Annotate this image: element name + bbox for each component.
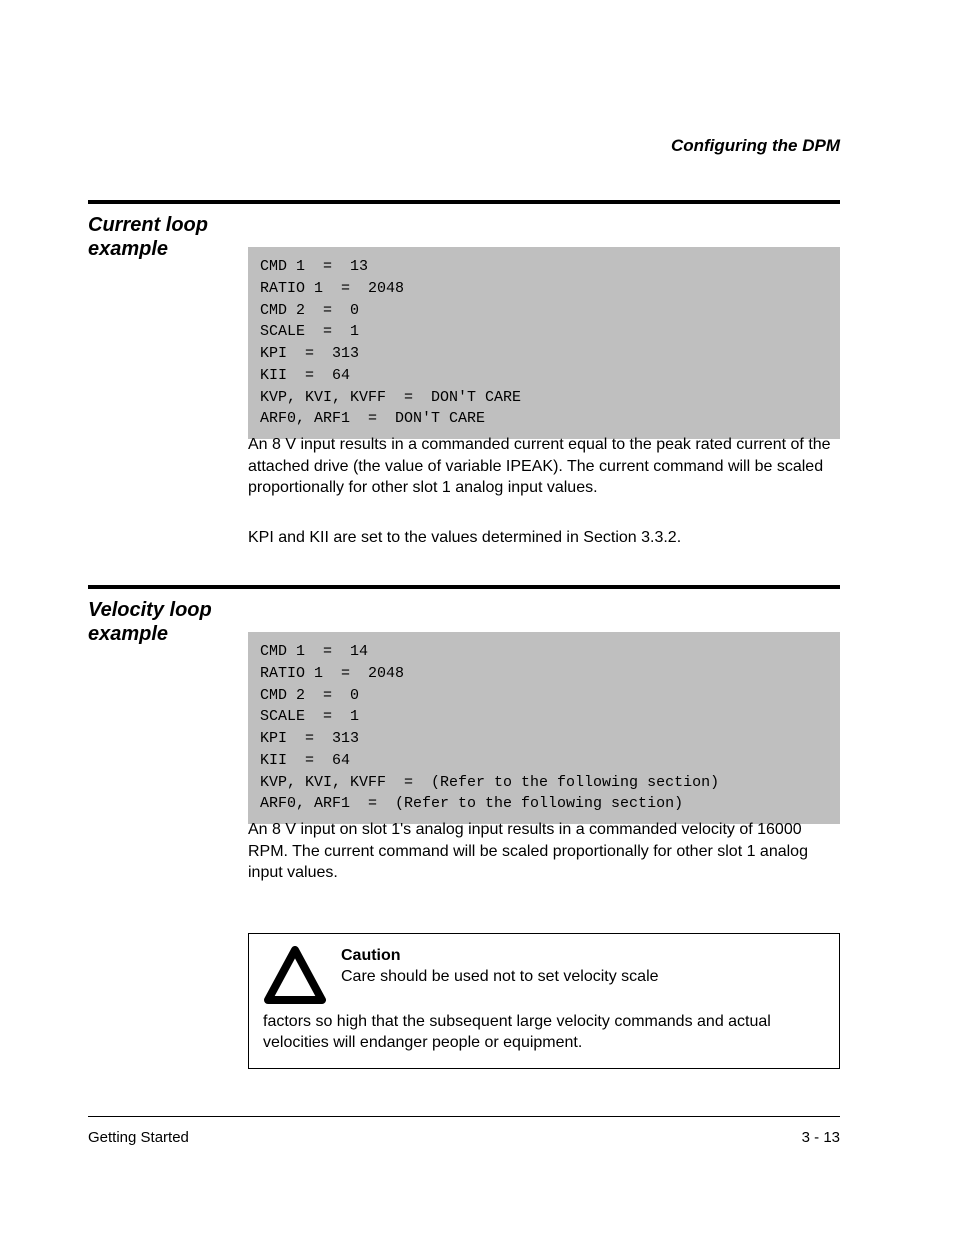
code-block-current-loop: CMD 1 = 13 RATIO 1 = 2048 CMD 2 = 0 SCAL… xyxy=(248,247,840,439)
section-divider xyxy=(88,200,840,204)
footer-divider xyxy=(88,1116,840,1117)
caution-continuation: factors so high that the subsequent larg… xyxy=(263,1012,825,1054)
paragraph: KPI and KII are set to the values determ… xyxy=(248,527,840,549)
paragraph: An 8 V input results in a commanded curr… xyxy=(248,434,840,499)
section-title-current-loop: Current loop example xyxy=(88,213,228,261)
warning-triangle-icon xyxy=(263,946,327,1006)
caution-box: Caution Care should be used not to set v… xyxy=(248,933,840,1069)
section-title-velocity-loop: Velocity loop example xyxy=(88,598,228,646)
code-block-velocity-loop: CMD 1 = 14 RATIO 1 = 2048 CMD 2 = 0 SCAL… xyxy=(248,632,840,824)
paragraph: An 8 V input on slot 1's analog input re… xyxy=(248,819,840,884)
document-page: Configuring the DPM Current loop example… xyxy=(88,0,840,1235)
breadcrumb: Configuring the DPM xyxy=(671,136,840,156)
footer-left: Getting Started xyxy=(88,1129,189,1146)
caution-label: Caution xyxy=(341,947,401,964)
footer-page-number: 3 - 13 xyxy=(802,1129,840,1146)
section-divider xyxy=(88,585,840,589)
caution-line: Care should be used not to set velocity … xyxy=(341,967,659,988)
caution-text: Caution Care should be used not to set v… xyxy=(341,946,659,988)
